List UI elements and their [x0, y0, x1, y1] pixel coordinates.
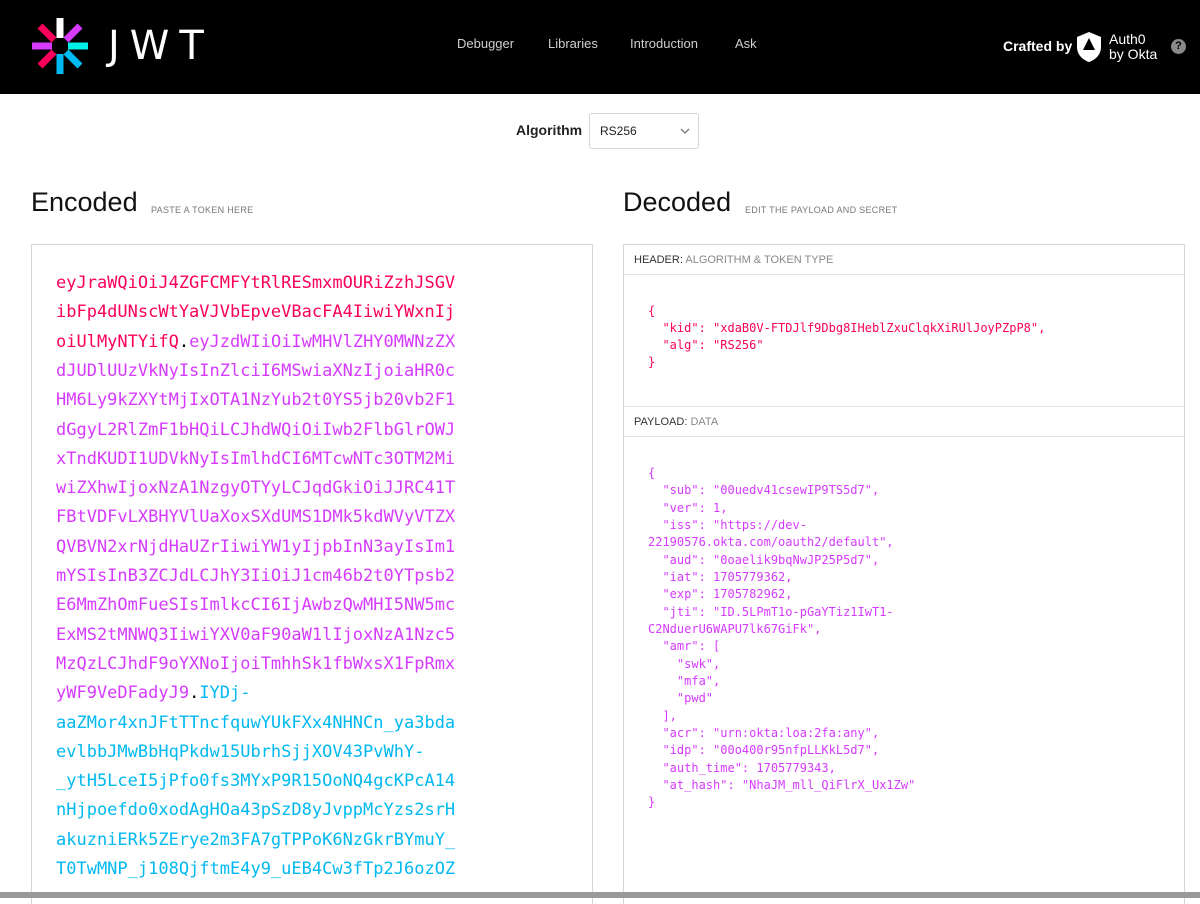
- jwt-wordmark[interactable]: JWT: [108, 22, 214, 70]
- nav-introduction[interactable]: Introduction: [630, 36, 698, 51]
- token-payload-segment: FBtVDFvLXBHYVlUaXoxSXdUMS1DMk5kdWVyVTZX: [56, 507, 456, 528]
- jwt-logo-icon[interactable]: [30, 16, 90, 76]
- algorithm-select[interactable]: RS256: [589, 113, 699, 149]
- encoded-token-line: QVBVN2xrNjdHaUZrIiwiYW1yIjpbInN3ayIsIm1: [56, 537, 455, 557]
- token-payload-segment: dJUDlUUzVkNyIsInZlciI6MSwiaXNzIjoiaHR0c: [56, 360, 456, 381]
- token-payload-segment: mYSIsInB3ZCJdLCJhY3IiOiJ1cm46b2t0YTpsb2: [56, 566, 456, 586]
- token-signature-segment: _ytH5LceI5jPfo0fs3MYxP9R15OoNQ4gcKPcA14: [56, 771, 456, 792]
- token-signature-segment: evlbbJMwBbHqPkdw15UbrhSjjXOV43PvWhY-: [56, 741, 425, 762]
- window-bottom-edge: [0, 892, 1200, 898]
- top-navigation-bar: JWT Debugger Libraries Introduction Ask …: [0, 0, 1200, 94]
- token-payload-segment: xTndKUDI1UDVkNyIsImlhdCI6MTcwNTc3OTM2Mi: [56, 448, 456, 469]
- encoded-token-line: aaZMor4xnJFtTTncfquwYUkFXx4NHNCn_ya3bda: [56, 713, 455, 733]
- token-signature-segment: aaZMor4xnJFtTTncfquwYUkFXx4NHNCn_ya3bda: [56, 712, 456, 733]
- header-section-label: HEADER:: [634, 254, 683, 266]
- payload-section-sublabel: DATA: [690, 416, 719, 428]
- token-payload-segment: yWF9VeDFadyJ9: [56, 683, 190, 704]
- nav-debugger[interactable]: Debugger: [457, 36, 514, 51]
- decoded-title: Decoded: [623, 187, 732, 217]
- help-icon[interactable]: ?: [1171, 39, 1186, 54]
- token-payload-segment: QVBVN2xrNjdHaUZrIiwiYW1yIjpbInN3ayIsIm1: [56, 536, 456, 557]
- payload-section-title: PAYLOAD: DATA: [624, 407, 1184, 437]
- token-payload-segment: wiZXhwIjoxNzA1NzgyOTYyLCJqdGkiOiJJRC41T: [56, 478, 456, 499]
- payload-json-editor[interactable]: { "sub": "00uedv41csewIP9TS5d7", "ver": …: [648, 465, 915, 812]
- auth0-by-okta-label[interactable]: Auth0 by Okta: [1109, 32, 1157, 62]
- encoded-token-line: wiZXhwIjoxNzA1NzgyOTYyLCJqdGkiOiJJRC41T: [56, 478, 455, 498]
- encoded-title: Encoded: [31, 187, 138, 217]
- algorithm-selected-value: RS256: [600, 124, 637, 138]
- encoded-token-line: eyJraWQiOiJ4ZGFCMFYtRlRESmxmOURiZzhJSGV: [56, 273, 455, 293]
- encoded-token-line: nHjpoefdo0xodAgHOa43pSzD8yJvppMcYzs2srH: [56, 800, 455, 820]
- encoded-token-line: yWF9VeDFadyJ9.IYDj-: [56, 683, 251, 703]
- encoded-token-line: mYSIsInB3ZCJdLCJhY3IiOiJ1cm46b2t0YTpsb2: [56, 566, 455, 586]
- header-section-sublabel: ALGORITHM & TOKEN TYPE: [685, 254, 834, 266]
- chevron-down-icon: [680, 128, 690, 134]
- token-payload-segment: MzQzLCJhdF9oYXNoIjoiTmhhSk1fbWxsX1FpRmx: [56, 653, 456, 674]
- header-json-editor[interactable]: { "kid": "xdaB0V-FTDJlf9Dbg8IHeblZxuClqk…: [648, 303, 1045, 371]
- token-payload-segment: ExMS2tMNWQ3IiwiYXV0aF90aW1lIjoxNzA1Nzc5: [56, 624, 456, 645]
- encoded-token-line: xTndKUDI1UDVkNyIsImlhdCI6MTcwNTc3OTM2Mi: [56, 449, 455, 469]
- encoded-token-line: oiUlMyNTYifQ.eyJzdWIiOiIwMHVlZHY0MWNzZX: [56, 332, 455, 352]
- encoded-token-line: FBtVDFvLXBHYVlUaXoxSXdUMS1DMk5kdWVyVTZX: [56, 507, 455, 527]
- token-payload-segment: E6MmZhOmFueSIsImlkcCI6IjAwbzQwMHI5NW5mc: [56, 595, 456, 616]
- encoded-token-line: dGgyL2RlZmF1bHQiLCJhdWQiOiIwb2FlbGlrOWJ: [56, 420, 455, 440]
- token-header-segment: ibFp4dUNscWtYaVJVbEpveVBacFA4IiwiYWxnIj: [56, 302, 456, 323]
- encoded-token-line: dJUDlUUzVkNyIsInZlciI6MSwiaXNzIjoiaHR0c: [56, 361, 455, 381]
- encoded-token-line: _ytH5LceI5jPfo0fs3MYxP9R15OoNQ4gcKPcA14: [56, 771, 455, 791]
- encoded-token-line: ExMS2tMNWQ3IiwiYXV0aF90aW1lIjoxNzA1Nzc5: [56, 625, 455, 645]
- algorithm-label: Algorithm: [516, 122, 583, 138]
- encoded-token-line: ibFp4dUNscWtYaVJVbEpveVBacFA4IiwiYWxnIj: [56, 302, 455, 322]
- encoded-token-line: E6MmZhOmFueSIsImlkcCI6IjAwbzQwMHI5NW5mc: [56, 595, 455, 615]
- token-dot-separator: .: [178, 331, 190, 352]
- token-header-segment: eyJraWQiOiJ4ZGFCMFYtRlRESmxmOURiZzhJSGV: [56, 273, 456, 293]
- token-signature-segment: akuzniERk5ZErye2m3FA7gTPPoK6NzGkrBYmuY_: [56, 829, 456, 850]
- encoded-token-line: MzQzLCJhdF9oYXNoIjoiTmhhSk1fbWxsX1FpRmx: [56, 654, 455, 674]
- auth0-shield-icon[interactable]: [1076, 31, 1102, 63]
- encoded-token-line: T0TwMNP_j108QjftmE4y9_uEB4Cw3fTp2J6ozOZ: [56, 859, 455, 879]
- encoded-token-line: akuzniERk5ZErye2m3FA7gTPPoK6NzGkrBYmuY_: [56, 830, 455, 850]
- nav-libraries[interactable]: Libraries: [548, 36, 598, 51]
- token-signature-segment: T0TwMNP_j108QjftmE4y9_uEB4Cw3fTp2J6ozOZ: [56, 859, 456, 879]
- header-section-title: HEADER: ALGORITHM & TOKEN TYPE: [624, 245, 1184, 275]
- token-signature-segment: nHjpoefdo0xodAgHOa43pSzD8yJvppMcYzs2srH: [56, 800, 456, 821]
- token-payload-segment: eyJzdWIiOiIwMHVlZHY0MWNzZX: [189, 331, 456, 352]
- token-header-segment: oiUlMyNTYifQ: [56, 331, 179, 352]
- token-payload-segment: HM6Ly9kZXYtMjIxOTA1NzYub2t0YS5jb20vb2F1: [56, 390, 456, 411]
- decoded-panel: HEADER: ALGORITHM & TOKEN TYPE { "kid": …: [623, 244, 1185, 904]
- encoded-token-line: HM6Ly9kZXYtMjIxOTA1NzYub2t0YS5jb20vb2F1: [56, 390, 455, 410]
- crafted-by-label: Crafted by: [1003, 38, 1073, 54]
- encoded-token-editor[interactable]: eyJraWQiOiJ4ZGFCMFYtRlRESmxmOURiZzhJSGV i…: [31, 244, 593, 904]
- nav-ask[interactable]: Ask: [735, 36, 757, 51]
- token-dot-separator: .: [189, 683, 200, 704]
- token-payload-segment: dGgyL2RlZmF1bHQiLCJhdWQiOiIwb2FlbGlrOWJ: [56, 419, 456, 440]
- decoded-subtitle: EDIT THE PAYLOAD AND SECRET: [745, 205, 898, 215]
- token-signature-segment: IYDj-: [199, 683, 251, 704]
- encoded-subtitle: PASTE A TOKEN HERE: [151, 205, 254, 215]
- payload-section-label: PAYLOAD:: [634, 416, 688, 428]
- encoded-token-line: evlbbJMwBbHqPkdw15UbrhSjjXOV43PvWhY-: [56, 742, 424, 762]
